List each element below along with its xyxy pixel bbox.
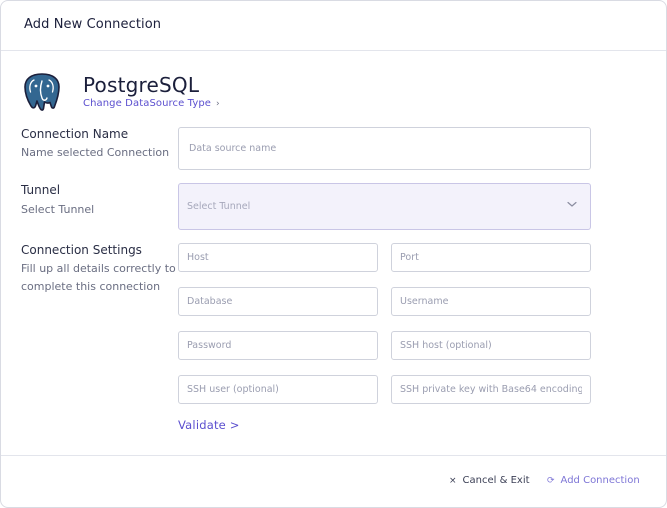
footer-divider bbox=[1, 455, 666, 456]
ssh-host-input[interactable] bbox=[391, 331, 591, 360]
database-input[interactable] bbox=[178, 287, 378, 316]
connection-settings-sublabel: Fill up all details correctly to complet… bbox=[21, 262, 176, 293]
tunnel-sublabel: Select Tunnel bbox=[21, 203, 95, 216]
chevron-right-icon: › bbox=[216, 99, 220, 109]
cancel-exit-button[interactable]: × Cancel & Exit bbox=[449, 475, 530, 486]
connection-name-label: Connection Name bbox=[21, 127, 129, 141]
port-input[interactable] bbox=[391, 243, 591, 272]
ssh-private-key-input[interactable] bbox=[391, 375, 591, 404]
connection-name-input[interactable] bbox=[178, 127, 591, 170]
add-connection-label: Add Connection bbox=[560, 475, 640, 486]
close-icon: × bbox=[449, 476, 457, 486]
validate-button[interactable]: Validate > bbox=[178, 418, 240, 432]
password-input[interactable] bbox=[178, 331, 378, 360]
username-input[interactable] bbox=[391, 287, 591, 316]
connection-name-sublabel: Name selected Connection bbox=[21, 146, 170, 159]
connection-settings-label: Connection Settings bbox=[21, 243, 142, 257]
tunnel-label: Tunnel bbox=[21, 183, 61, 197]
change-datasource-type-label: Change DataSource Type bbox=[83, 98, 212, 109]
chevron-down-icon bbox=[567, 201, 577, 207]
dialog-header: Add New Connection bbox=[1, 1, 666, 51]
datasource-name: PostgreSQL bbox=[83, 73, 200, 97]
cancel-exit-label: Cancel & Exit bbox=[462, 475, 530, 486]
change-datasource-type-link[interactable]: Change DataSource Type › bbox=[83, 98, 220, 109]
tunnel-select-placeholder: Select Tunnel bbox=[187, 201, 251, 212]
add-connection-button[interactable]: ⟳ Add Connection bbox=[547, 475, 640, 486]
ssh-user-input[interactable] bbox=[178, 375, 378, 404]
tunnel-select[interactable]: Select Tunnel bbox=[178, 183, 591, 230]
dialog-title: Add New Connection bbox=[24, 17, 162, 32]
add-connection-dialog: Add New Connection PostgreSQL Change Dat… bbox=[0, 0, 667, 508]
postgresql-elephant-icon bbox=[24, 73, 60, 111]
refresh-icon: ⟳ bbox=[547, 476, 555, 486]
host-input[interactable] bbox=[178, 243, 378, 272]
